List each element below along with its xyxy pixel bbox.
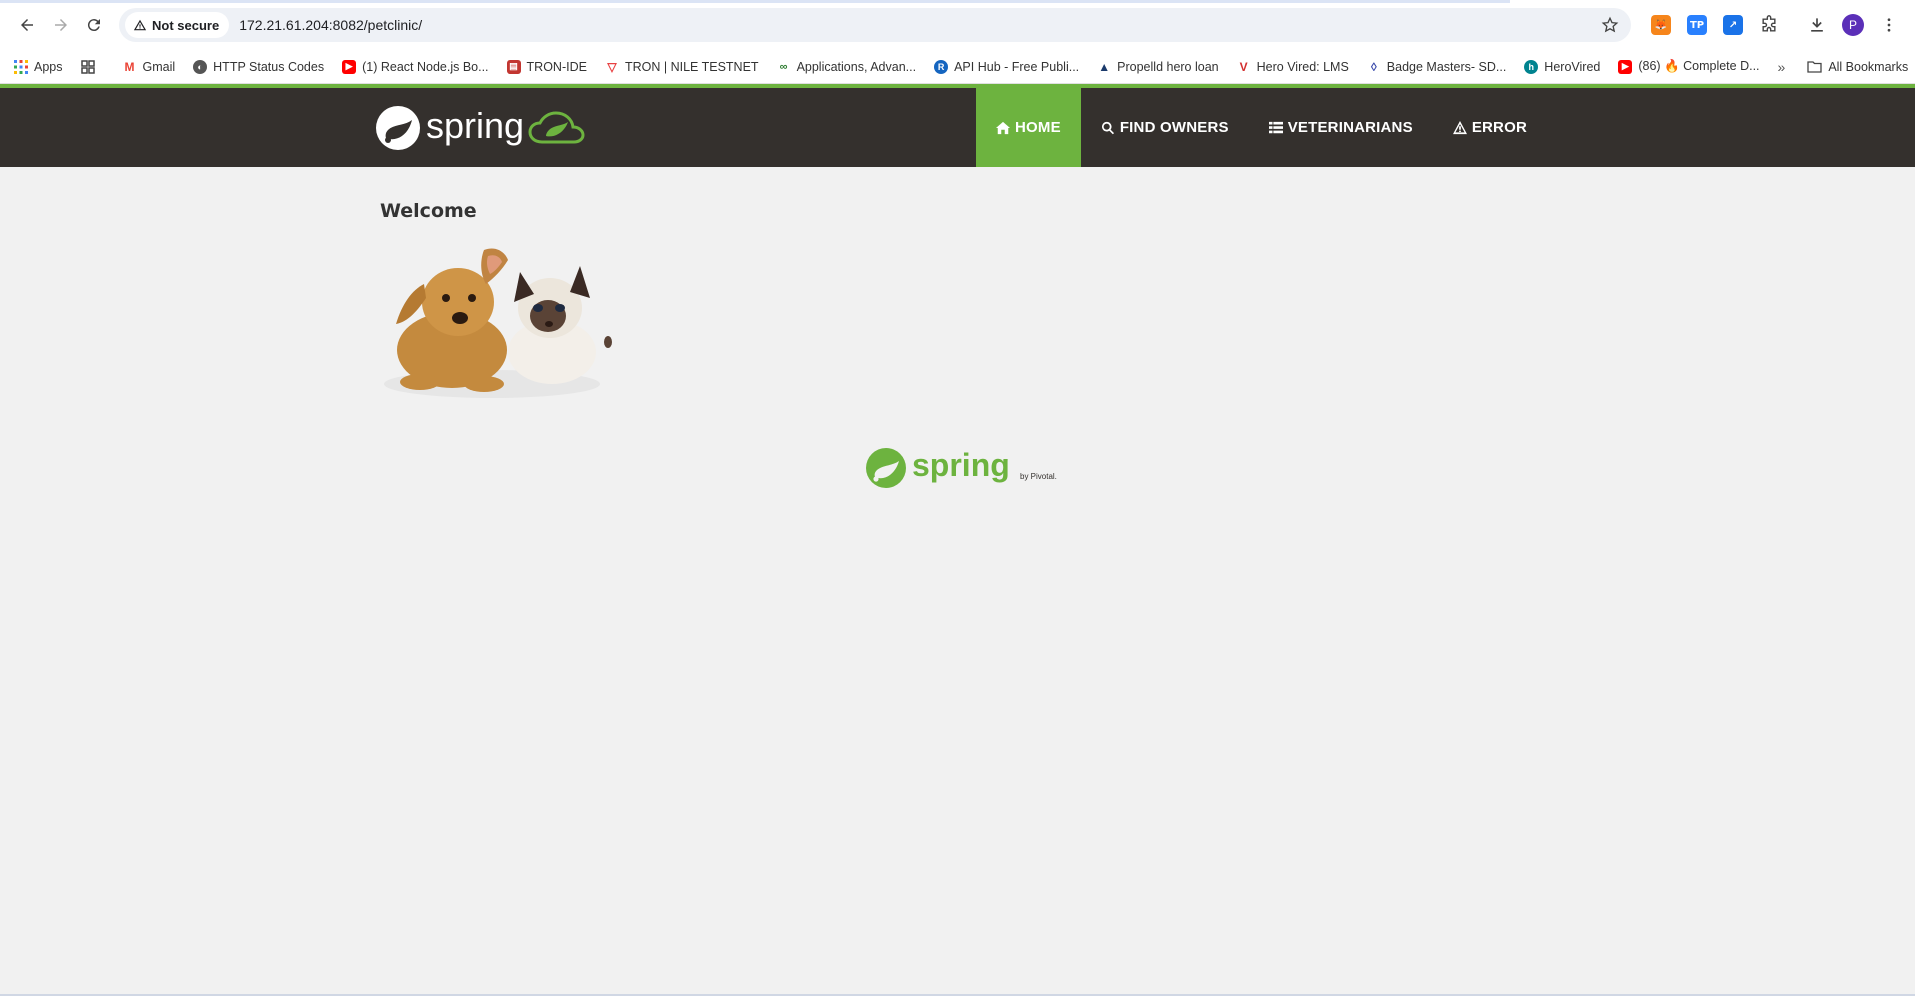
warning-triangle-icon [133, 19, 147, 31]
star-icon [1601, 16, 1619, 33]
folder-icon [1807, 61, 1822, 73]
spring-pivotal-footer-logo[interactable]: spring by Pivotal. [864, 446, 1064, 490]
warning-icon [1452, 120, 1467, 134]
bookmark-label: Apps [34, 59, 63, 74]
propelld-icon: ▲ [1097, 59, 1112, 74]
bookmarks-overflow-button[interactable]: » [1778, 59, 1786, 75]
nav-veterinarians[interactable]: VETERINARIANS [1249, 88, 1433, 167]
nav-home-label: HOME [1015, 119, 1061, 136]
bookmark-label: (1) React Node.js Bo... [362, 59, 489, 74]
youtube-icon: ▶ [342, 59, 357, 74]
pets-image [384, 248, 612, 398]
tp-icon: TP [1687, 15, 1708, 35]
bookmark-badge-masters[interactable]: ◊ Badge Masters- SD... [1366, 59, 1507, 74]
bookmark-label: API Hub - Free Publi... [954, 59, 1080, 74]
reload-button[interactable] [77, 7, 111, 43]
all-bookmarks-button[interactable]: All Bookmarks [1807, 60, 1908, 74]
security-indicator[interactable]: Not secure [125, 12, 230, 38]
tab-groups-icon [80, 59, 95, 74]
bookmark-react-node[interactable]: ▶ (1) React Node.js Bo... [342, 59, 489, 74]
bookmark-tab-groups[interactable] [80, 59, 95, 74]
extensions-area: 🦊 TP ↗ P [1645, 9, 1905, 41]
globe-icon: ◐ [193, 59, 208, 74]
footer-by-text: by Pivotal. [1020, 472, 1057, 481]
kebab-menu-icon [1887, 18, 1891, 32]
bookmark-label: HeroVired [1544, 59, 1601, 74]
bookmark-label: Hero Vired: LMS [1256, 59, 1349, 74]
arrow-right-icon [54, 19, 67, 31]
browser-menu-button[interactable] [1873, 9, 1905, 41]
badge-icon: ◊ [1366, 59, 1381, 74]
bookmark-tron-ide[interactable]: ▤ TRON-IDE [506, 59, 587, 74]
youtube-icon: ▶ [1618, 59, 1633, 74]
bookmark-herovired[interactable]: h HeroVired [1524, 59, 1601, 74]
search-icon [1101, 121, 1114, 134]
bookmark-label: Badge Masters- SD... [1386, 59, 1507, 74]
fox-icon: 🦊 [1651, 15, 1672, 35]
bookmark-label: HTTP Status Codes [213, 59, 325, 74]
nav-find-owners-label: FIND OWNERS [1119, 119, 1229, 136]
bookmark-label: Gmail [142, 59, 176, 74]
tron-icon: ▽ [604, 59, 619, 74]
home-icon [996, 121, 1010, 134]
page-load-bar [0, 0, 1510, 3]
avatar: P [1842, 14, 1865, 36]
bookmark-gmail[interactable]: M Gmail [122, 59, 176, 74]
main-navbar: spring HOME FIND OWNERS VETERINARIANS ER… [0, 88, 1915, 167]
bookmark-propelld[interactable]: ▲ Propelld hero loan [1097, 59, 1219, 74]
bookmark-complete-d[interactable]: ▶ (86) 🔥 Complete D... [1618, 59, 1760, 74]
bookmark-star-button[interactable] [1595, 10, 1625, 40]
forward-button[interactable] [44, 7, 78, 43]
back-button[interactable] [10, 7, 44, 43]
all-bookmarks-label: All Bookmarks [1828, 59, 1909, 74]
bookmark-label: TRON-IDE [526, 59, 587, 74]
applications-icon: ∞ [776, 59, 791, 74]
spring-petclinic-logo[interactable]: spring [374, 100, 604, 156]
url-text[interactable]: 172.21.61.204:8082/petclinic/ [239, 17, 1595, 33]
address-bar[interactable]: Not secure 172.21.61.204:8082/petclinic/ [119, 8, 1632, 42]
reload-icon [88, 19, 101, 32]
arrow-left-icon [20, 19, 33, 31]
nav-find-owners[interactable]: FIND OWNERS [1081, 88, 1249, 167]
extensions-menu-button[interactable] [1753, 9, 1785, 41]
hero-vired-icon: V [1236, 59, 1251, 74]
footer-logo-text: spring [912, 447, 1010, 483]
apps-grid-icon [14, 59, 28, 74]
bookmark-tron-nile[interactable]: ▽ TRON | NILE TESTNET [604, 59, 759, 74]
herovired-icon: h [1524, 59, 1539, 74]
nav-error[interactable]: ERROR [1433, 88, 1547, 167]
gmail-icon: M [122, 59, 137, 74]
tab-extension[interactable]: ↗ [1717, 9, 1749, 41]
puzzle-icon [1762, 15, 1776, 32]
browser-toolbar: Not secure 172.21.61.204:8082/petclinic/… [0, 0, 1915, 50]
bookmark-apps[interactable]: Apps [14, 59, 63, 74]
api-hub-icon: R [934, 59, 949, 74]
nav-veterinarians-label: VETERINARIANS [1287, 119, 1413, 136]
profile-button[interactable]: P [1837, 9, 1869, 41]
nav-home[interactable]: HOME [976, 88, 1081, 167]
bookmark-hero-vired-lms[interactable]: V Hero Vired: LMS [1236, 59, 1349, 74]
cursor-icon: ↗ [1723, 15, 1744, 35]
bookmarks-bar: Apps M Gmail ◐ HTTP Status Codes ▶ (1) R… [0, 50, 1915, 84]
metamask-extension[interactable]: 🦊 [1645, 9, 1677, 41]
logo-text: spring [426, 105, 524, 146]
bookmark-applications[interactable]: ∞ Applications, Advan... [776, 59, 917, 74]
bookmark-label: (86) 🔥 Complete D... [1638, 59, 1760, 73]
page-title: Welcome [380, 200, 477, 222]
bookmark-label: Propelld hero loan [1117, 59, 1219, 74]
main-content: Welcome [380, 200, 612, 403]
tp-extension[interactable]: TP [1681, 9, 1713, 41]
tron-ide-icon: ▤ [506, 59, 521, 74]
bookmark-api-hub[interactable]: R API Hub - Free Publi... [934, 59, 1080, 74]
double-chevron-right-icon: » [1777, 58, 1786, 75]
download-icon [1811, 18, 1823, 32]
bookmark-label: Applications, Advan... [796, 59, 917, 74]
bookmark-label: TRON | NILE TESTNET [624, 59, 759, 74]
list-icon [1268, 121, 1283, 133]
security-label: Not secure [152, 17, 220, 33]
nav-error-label: ERROR [1471, 119, 1527, 136]
nav-menu: HOME FIND OWNERS VETERINARIANS ERROR [976, 88, 1547, 167]
downloads-button[interactable] [1801, 9, 1833, 41]
bookmark-http-status[interactable]: ◐ HTTP Status Codes [193, 59, 325, 74]
